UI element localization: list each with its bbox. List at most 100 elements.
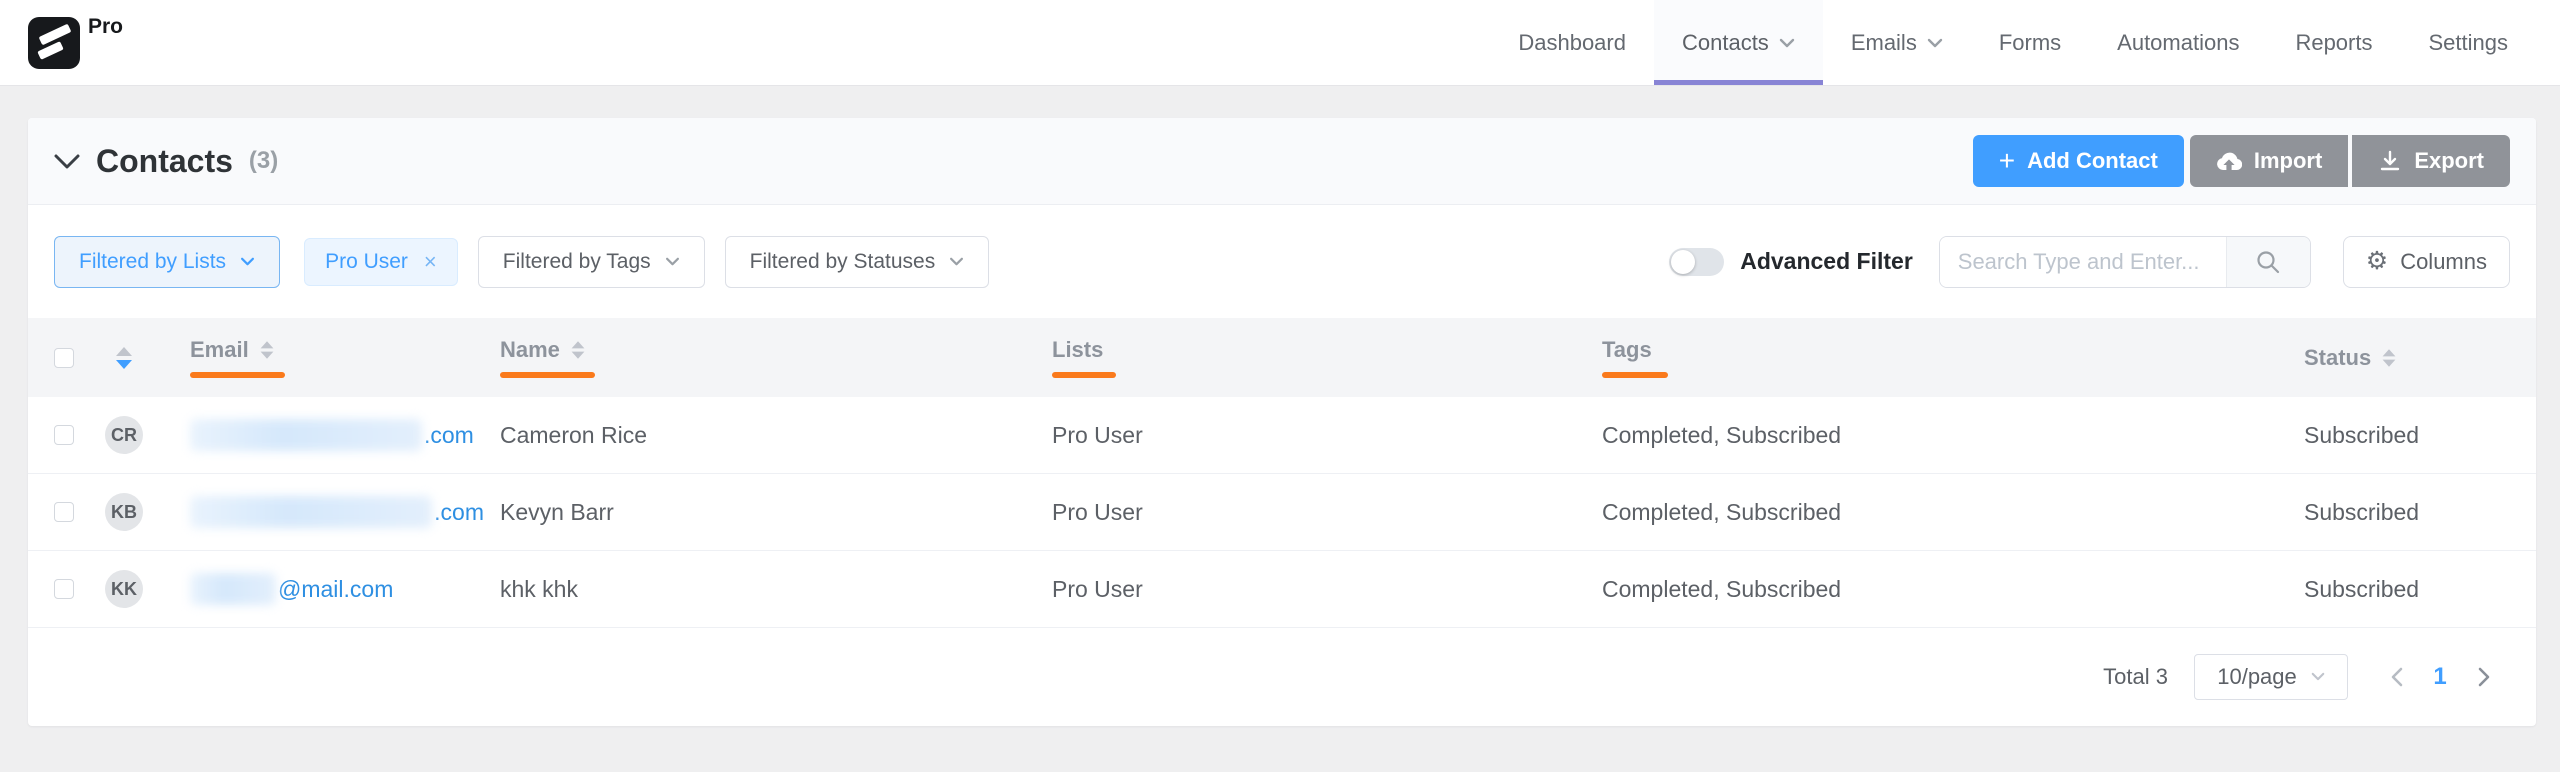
filter-by-tags-dropdown[interactable]: Filtered by Tags bbox=[477, 235, 705, 288]
row-checkbox[interactable] bbox=[54, 579, 74, 599]
columns-button[interactable]: ⚙ Columns bbox=[2342, 235, 2510, 288]
row-checkbox[interactable] bbox=[54, 425, 74, 445]
avatar: KB bbox=[105, 493, 143, 531]
total-count-label: Total 3 bbox=[2103, 663, 2168, 689]
fluentcrm-logo bbox=[28, 16, 80, 69]
lists-cell: Pro User bbox=[1052, 575, 1143, 602]
logo-stripe bbox=[38, 23, 72, 45]
filter-bar: Filtered by Lists Pro User × Filtered by… bbox=[28, 205, 2536, 318]
sort-asc-icon bbox=[2382, 348, 2396, 356]
status-cell: Subscribed bbox=[2304, 575, 2420, 602]
avatar: CR bbox=[105, 416, 143, 454]
table-header-row: Email Name Lists Tags Status bbox=[28, 318, 2536, 397]
name-cell: Kevyn Barr bbox=[500, 498, 614, 525]
column-accent-bar bbox=[500, 372, 595, 378]
table-row[interactable]: KB .com Kevyn Barr Pro User Completed, S… bbox=[28, 474, 2536, 551]
filter-by-lists-dropdown[interactable]: Filtered by Lists bbox=[54, 235, 281, 288]
plus-icon: + bbox=[1998, 145, 2016, 176]
nav-forms[interactable]: Forms bbox=[1971, 0, 2089, 85]
email-cell[interactable]: .com bbox=[174, 496, 484, 528]
email-cell[interactable]: .com bbox=[174, 419, 484, 451]
column-header-name[interactable]: Name bbox=[484, 337, 1036, 378]
chevron-down-icon bbox=[1779, 38, 1795, 47]
chevron-down-icon bbox=[1927, 38, 1943, 47]
next-page-button[interactable] bbox=[2462, 667, 2506, 687]
chevron-right-icon bbox=[2478, 667, 2489, 686]
nav-dashboard[interactable]: Dashboard bbox=[1490, 0, 1654, 85]
lists-cell: Pro User bbox=[1052, 498, 1143, 525]
top-navigation-bar: Pro Dashboard Contacts Emails Forms Auto… bbox=[0, 0, 2560, 86]
contacts-count: (3) bbox=[248, 147, 279, 174]
prev-page-button[interactable] bbox=[2374, 667, 2418, 687]
redacted-email bbox=[190, 496, 433, 528]
advanced-filter-label: Advanced Filter bbox=[1740, 248, 1913, 274]
status-cell: Subscribed bbox=[2304, 421, 2420, 448]
header-actions: + Add Contact Import Export bbox=[1972, 135, 2510, 187]
page-number-current[interactable]: 1 bbox=[2418, 663, 2462, 691]
chevron-down-icon bbox=[2311, 672, 2325, 681]
table-row[interactable]: KK @mail.com khk khk Pro User Completed,… bbox=[28, 551, 2536, 628]
collapse-chevron-icon[interactable] bbox=[54, 154, 80, 169]
filter-group: Filtered by Lists Pro User × Filtered by… bbox=[54, 235, 990, 288]
search-box bbox=[1938, 235, 2311, 288]
gear-icon: ⚙ bbox=[2365, 247, 2389, 275]
nav-settings[interactable]: Settings bbox=[2401, 0, 2537, 85]
redacted-email bbox=[190, 419, 422, 451]
sort-asc-icon bbox=[260, 341, 274, 349]
avatar: KK bbox=[105, 570, 143, 608]
add-contact-button[interactable]: + Add Contact bbox=[1972, 135, 2184, 187]
sort-desc-icon bbox=[571, 351, 585, 359]
search-input[interactable] bbox=[1939, 236, 2226, 287]
sort-desc-icon bbox=[260, 351, 274, 359]
search-submit[interactable] bbox=[2225, 236, 2310, 287]
sort-desc-icon bbox=[2382, 359, 2396, 367]
sort-asc-icon bbox=[116, 346, 132, 356]
column-header-email[interactable]: Email bbox=[174, 337, 484, 378]
lists-cell: Pro User bbox=[1052, 421, 1143, 448]
toggle-knob bbox=[1671, 249, 1696, 274]
pro-badge: Pro bbox=[88, 15, 124, 38]
chevron-down-icon bbox=[665, 257, 679, 266]
table-row[interactable]: CR .com Cameron Rice Pro User Completed,… bbox=[28, 397, 2536, 474]
chevron-down-icon bbox=[950, 257, 964, 266]
nav-contacts[interactable]: Contacts bbox=[1653, 0, 1823, 85]
email-cell[interactable]: @mail.com bbox=[174, 573, 484, 605]
nav-automations[interactable]: Automations bbox=[2089, 0, 2267, 85]
title-wrap: Contacts (3) bbox=[54, 143, 278, 180]
redacted-email bbox=[190, 573, 276, 605]
brand: Pro bbox=[28, 0, 123, 85]
import-button[interactable]: Import bbox=[2189, 135, 2349, 187]
table-footer: Total 3 10/page 1 bbox=[28, 628, 2536, 725]
contacts-page: Contacts (3) + Add Contact Import Export bbox=[0, 86, 2560, 726]
email-sort-control[interactable] bbox=[260, 341, 274, 359]
filter-by-statuses-dropdown[interactable]: Filtered by Statuses bbox=[724, 235, 990, 288]
select-all-checkbox[interactable] bbox=[54, 347, 74, 368]
export-button[interactable]: Export bbox=[2352, 135, 2510, 187]
nav-emails[interactable]: Emails bbox=[1823, 0, 1971, 85]
applied-filter-tag[interactable]: Pro User × bbox=[304, 237, 458, 286]
name-cell: Cameron Rice bbox=[500, 421, 647, 448]
row-checkbox[interactable] bbox=[54, 502, 74, 522]
column-header-status[interactable]: Status bbox=[2288, 345, 2510, 371]
chevron-down-icon bbox=[241, 257, 255, 266]
tags-cell: Completed, Subscribed bbox=[1602, 498, 1842, 525]
cloud-upload-icon bbox=[2216, 152, 2242, 171]
nav-reports[interactable]: Reports bbox=[2267, 0, 2400, 85]
close-icon[interactable]: × bbox=[424, 250, 437, 273]
name-sort-control[interactable] bbox=[571, 341, 585, 359]
page-title: Contacts bbox=[96, 142, 233, 179]
status-sort-control[interactable] bbox=[2382, 348, 2396, 367]
advanced-filter-toggle[interactable] bbox=[1669, 247, 1725, 276]
status-cell: Subscribed bbox=[2304, 498, 2420, 525]
column-accent-bar bbox=[1052, 372, 1116, 378]
tags-cell: Completed, Subscribed bbox=[1602, 421, 1842, 448]
column-header-tags[interactable]: Tags bbox=[1586, 337, 2288, 378]
name-cell: khk khk bbox=[500, 575, 578, 602]
column-header-lists[interactable]: Lists bbox=[1036, 337, 1586, 378]
page-size-select[interactable]: 10/page bbox=[2194, 653, 2348, 700]
id-sort-control[interactable] bbox=[116, 346, 132, 369]
card-header: Contacts (3) + Add Contact Import Export bbox=[28, 118, 2536, 205]
tags-cell: Completed, Subscribed bbox=[1602, 575, 1842, 602]
sort-asc-icon bbox=[571, 341, 585, 349]
contacts-card: Contacts (3) + Add Contact Import Export bbox=[28, 118, 2536, 726]
